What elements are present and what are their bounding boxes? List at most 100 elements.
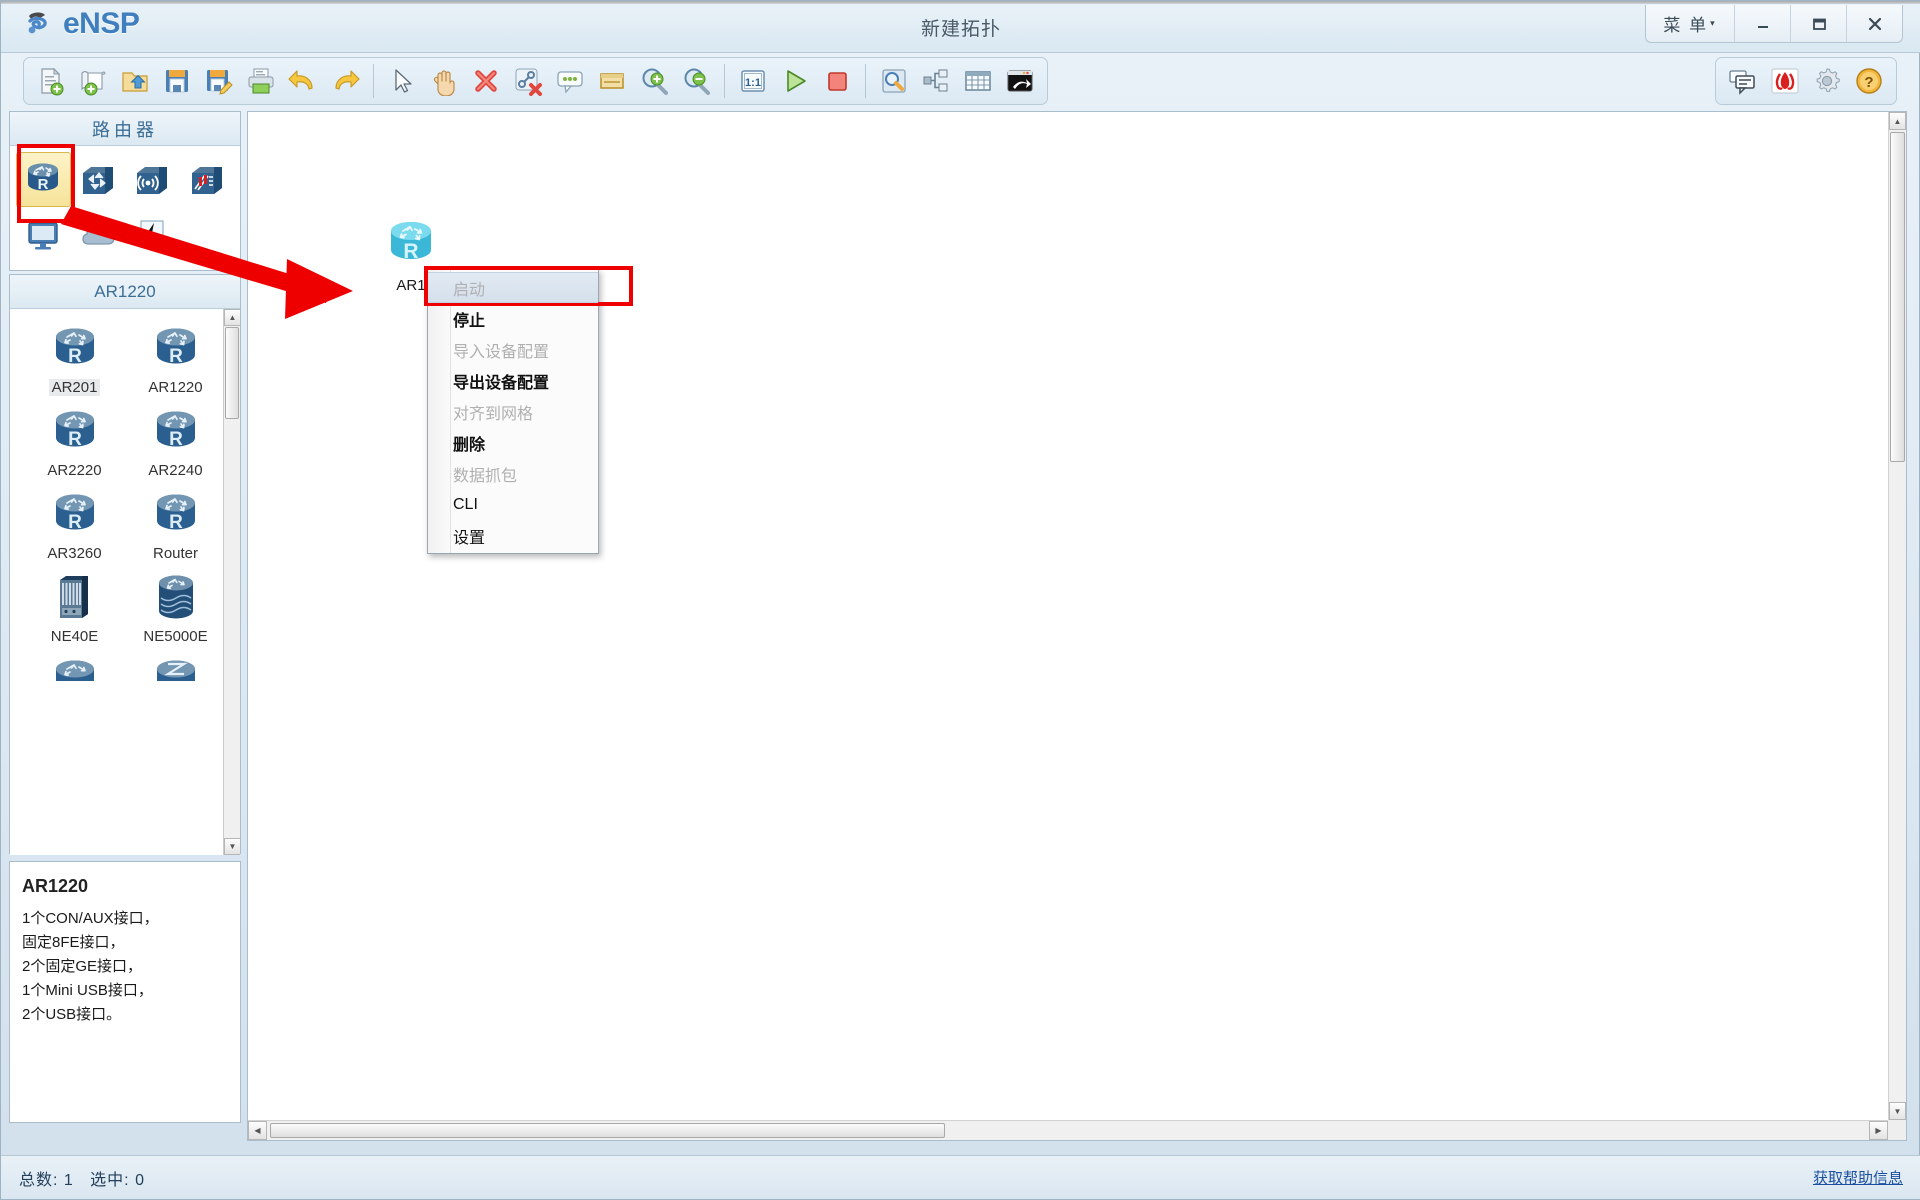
- device-item-ne40e[interactable]: NE40E: [24, 566, 125, 645]
- menu-item-export-config[interactable]: 导出设备配置: [428, 365, 598, 396]
- canvas-vertical-scrollbar[interactable]: ▲ ▼: [1888, 112, 1906, 1120]
- help-link[interactable]: 获取帮助信息: [1813, 1167, 1903, 1188]
- model-header-label: AR1220: [94, 281, 156, 301]
- status-bar: 总数: 1 选中: 0 获取帮助信息: [1, 1155, 1920, 1199]
- menu-item-align-to-grid: 对齐到网格: [428, 396, 598, 427]
- new-topology-icon[interactable]: [30, 61, 72, 101]
- menu-item-label: 导出设备配置: [453, 374, 550, 392]
- save-as-icon[interactable]: [198, 61, 240, 101]
- device-item-router[interactable]: R Router: [125, 483, 226, 562]
- window-title: 新建拓扑: [1, 1, 1920, 53]
- category-router[interactable]: R: [16, 152, 71, 207]
- capture-packet-icon[interactable]: [873, 61, 915, 101]
- redo-icon[interactable]: [324, 61, 366, 101]
- settings-gear-icon[interactable]: [1806, 61, 1848, 101]
- description-line: 固定8FE接口，: [22, 934, 125, 951]
- category-connection[interactable]: [125, 207, 180, 262]
- category-panel-header: 路由器: [10, 112, 240, 146]
- device-item-partial-switch[interactable]: [125, 649, 226, 681]
- left-sidebar: 路由器 R AR1220 R AR201 R AR1220 R AR2220 R…: [9, 111, 241, 1141]
- hand-pan-icon[interactable]: [423, 61, 465, 101]
- topology-canvas[interactable]: R AR1 启动 停止 导入设备配置 导出设备配置 对齐到网格 删除 数据抓包 …: [247, 111, 1907, 1141]
- scrollbar-thumb[interactable]: [225, 327, 239, 419]
- save-icon[interactable]: [156, 61, 198, 101]
- start-device-icon[interactable]: [774, 61, 816, 101]
- add-shape-icon[interactable]: [591, 61, 633, 101]
- grid-icon[interactable]: [957, 61, 999, 101]
- toolbar-utility-group: ?: [1715, 57, 1897, 105]
- menu-item-label: 设置: [453, 529, 486, 547]
- menu-item-settings[interactable]: 设置: [428, 520, 598, 551]
- category-endpoint[interactable]: [16, 207, 71, 262]
- menu-item-stop[interactable]: 停止: [428, 303, 598, 334]
- svg-text:R: R: [38, 176, 49, 193]
- canvas-scroll-left-icon[interactable]: ◀: [248, 1121, 267, 1140]
- monitor-icon: [28, 221, 58, 249]
- delete-link-icon[interactable]: [507, 61, 549, 101]
- canvas-scroll-up-icon[interactable]: ▲: [1889, 112, 1906, 130]
- device-grid: R AR201 R AR1220 R AR2220 R AR2240 R AR3…: [10, 309, 240, 681]
- zoom-in-icon[interactable]: [633, 61, 675, 101]
- minimize-button[interactable]: [1734, 5, 1790, 42]
- console-icon[interactable]: [999, 61, 1041, 101]
- open-folder-icon[interactable]: [114, 61, 156, 101]
- ne-core-icon: [158, 575, 193, 619]
- svg-text:R: R: [169, 429, 183, 450]
- print-icon[interactable]: [240, 61, 282, 101]
- lightning-icon: [140, 219, 164, 248]
- menu-item-cli[interactable]: CLI: [428, 489, 598, 520]
- menu-item-label: 停止: [453, 312, 486, 330]
- device-item-ar201[interactable]: R AR201: [24, 317, 125, 396]
- canvas-scroll-right-icon[interactable]: ▶: [1869, 1121, 1888, 1140]
- router-device-icon: [55, 660, 94, 681]
- add-note-icon[interactable]: [549, 61, 591, 101]
- scroll-up-arrow-icon[interactable]: ▲: [224, 309, 240, 326]
- svg-text:R: R: [169, 512, 183, 533]
- category-firewall[interactable]: [180, 152, 235, 207]
- chat-bubble-icon[interactable]: [1722, 61, 1764, 101]
- huawei-logo-icon[interactable]: [1764, 61, 1806, 101]
- menu-button[interactable]: 菜 单 ▾: [1646, 5, 1734, 42]
- canvas-hscroll-thumb[interactable]: [270, 1123, 945, 1138]
- help-question-icon[interactable]: ?: [1848, 61, 1890, 101]
- device-label: AR201: [48, 379, 101, 396]
- delete-x-icon[interactable]: [465, 61, 507, 101]
- canvas-vscroll-thumb[interactable]: [1890, 132, 1905, 462]
- switch-icon: [82, 166, 113, 194]
- device-item-ar1220[interactable]: R AR1220: [125, 317, 226, 396]
- device-label: NE5000E: [143, 628, 208, 645]
- ne-switch-icon: [156, 660, 195, 681]
- canvas-viewport[interactable]: R AR1 启动 停止 导入设备配置 导出设备配置 对齐到网格 删除 数据抓包 …: [248, 112, 1888, 1120]
- zoom-out-icon[interactable]: [675, 61, 717, 101]
- device-item-partial-router[interactable]: [24, 649, 125, 681]
- category-cloud[interactable]: [71, 207, 126, 262]
- device-item-ne5000e[interactable]: NE5000E: [125, 566, 226, 645]
- toolbar: 1:1 ?: [11, 57, 1911, 105]
- category-switch[interactable]: [71, 152, 126, 207]
- device-item-ar2240[interactable]: R AR2240: [125, 400, 226, 479]
- maximize-button[interactable]: [1790, 5, 1846, 42]
- category-wlan[interactable]: [125, 152, 180, 207]
- device-list-scrollbar[interactable]: ▲ ▼: [223, 309, 240, 855]
- model-panel-header: AR1220: [10, 275, 240, 309]
- zoom-actual-size-icon[interactable]: 1:1: [732, 61, 774, 101]
- maximize-icon: [1812, 18, 1826, 30]
- node-context-menu[interactable]: 启动 停止 导入设备配置 导出设备配置 对齐到网格 删除 数据抓包 CLI 设置: [427, 269, 599, 554]
- window-controls: 菜 单 ▾: [1645, 5, 1903, 43]
- menu-button-label: 菜 单: [1663, 16, 1709, 35]
- topology-tree-icon[interactable]: [915, 61, 957, 101]
- close-button[interactable]: [1846, 5, 1902, 42]
- router-device-icon: R: [55, 494, 94, 533]
- device-item-ar3260[interactable]: R AR3260: [24, 483, 125, 562]
- canvas-scroll-down-icon[interactable]: ▼: [1889, 1102, 1906, 1120]
- undo-icon[interactable]: [282, 61, 324, 101]
- device-item-ar2220[interactable]: R AR2220: [24, 400, 125, 479]
- new-sheet-icon[interactable]: [72, 61, 114, 101]
- stop-device-icon[interactable]: [816, 61, 858, 101]
- selected-value: 0: [135, 1171, 145, 1189]
- canvas-node-label: AR1: [396, 277, 426, 294]
- select-pointer-icon[interactable]: [381, 61, 423, 101]
- canvas-horizontal-scrollbar[interactable]: ◀ ▶: [248, 1120, 1888, 1140]
- menu-item-delete[interactable]: 删除: [428, 427, 598, 458]
- scroll-down-arrow-icon[interactable]: ▼: [224, 838, 240, 855]
